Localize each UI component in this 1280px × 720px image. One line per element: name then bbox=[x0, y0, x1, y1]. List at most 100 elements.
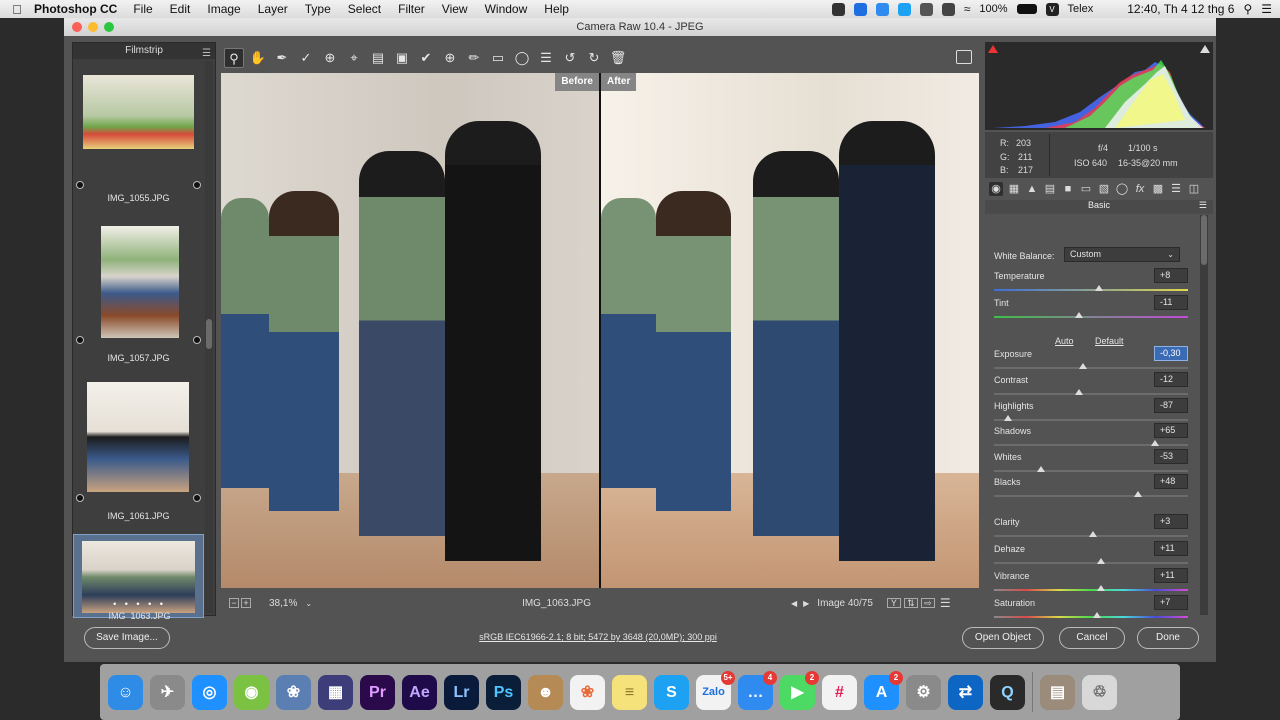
snapshots-tab-icon[interactable]: ◫ bbox=[1187, 182, 1201, 196]
slider-thumb[interactable] bbox=[1036, 466, 1045, 472]
slack-status-icon[interactable] bbox=[919, 2, 933, 16]
zoom-in-icon[interactable]: + bbox=[241, 598, 251, 608]
menu-filter[interactable]: Filter bbox=[398, 2, 425, 16]
zoom-level[interactable]: 38,1% bbox=[269, 598, 297, 609]
slider-track[interactable] bbox=[994, 616, 1188, 618]
slider-value-field[interactable]: -0,30 bbox=[1154, 346, 1188, 361]
adjustment-brush-icon[interactable]: ✏ bbox=[464, 48, 484, 68]
rating-dots[interactable]: • • • • • bbox=[74, 599, 205, 609]
skype-status-icon[interactable] bbox=[897, 2, 911, 16]
dock-photos-icon[interactable]: ❀ bbox=[570, 674, 605, 710]
auto-button[interactable]: Auto bbox=[1055, 336, 1074, 346]
zoom-dropdown-icon[interactable]: ⌄ bbox=[305, 599, 312, 608]
slider-thumb[interactable] bbox=[1151, 440, 1160, 446]
red-eye-tool-icon[interactable]: ⊕ bbox=[440, 48, 460, 68]
preferences-icon[interactable]: ☰ bbox=[536, 48, 556, 68]
slider-vibrance[interactable]: Vibrance +11 bbox=[994, 568, 1188, 597]
slider-saturation[interactable]: Saturation +7 bbox=[994, 595, 1188, 624]
zoom-window-icon[interactable] bbox=[104, 22, 114, 32]
zoom-tool-icon[interactable]: ⚲ bbox=[224, 48, 244, 68]
record-icon[interactable] bbox=[831, 2, 845, 16]
menu-select[interactable]: Select bbox=[348, 2, 381, 16]
battery-percent[interactable]: 100% bbox=[979, 3, 1007, 15]
scrollbar-thumb[interactable] bbox=[1201, 215, 1207, 265]
image-preview[interactable]: Before After bbox=[221, 73, 979, 588]
next-image-icon[interactable]: ▶ bbox=[803, 599, 809, 608]
transform-tool-icon[interactable]: ▣ bbox=[392, 48, 412, 68]
minimize-window-icon[interactable] bbox=[88, 22, 98, 32]
slider-clarity[interactable]: Clarity +3 bbox=[994, 514, 1188, 543]
before-after-view-icon[interactable]: Y bbox=[886, 598, 901, 608]
presets-tab-icon[interactable]: ☰ bbox=[1169, 182, 1183, 196]
slider-value-field[interactable]: +11 bbox=[1154, 568, 1188, 583]
slider-temperature[interactable]: Temperature +8 bbox=[994, 268, 1188, 297]
dock-slack-icon[interactable]: # bbox=[822, 674, 857, 710]
view-settings-icon[interactable]: ☰ bbox=[940, 596, 951, 610]
filmstrip-scrollbar[interactable] bbox=[205, 61, 213, 613]
slider-thumb[interactable] bbox=[1088, 531, 1097, 537]
rotate-left-icon[interactable]: ↺ bbox=[560, 48, 580, 68]
battery-icon[interactable] bbox=[1016, 4, 1037, 14]
lens-tab-icon[interactable]: ▭ bbox=[1079, 182, 1093, 196]
dock-app-store-icon[interactable]: A2 bbox=[864, 670, 903, 710]
dock-premiere-icon[interactable]: Pr bbox=[360, 674, 395, 710]
slider-track[interactable] bbox=[994, 419, 1188, 421]
panel-scrollbar[interactable] bbox=[1200, 215, 1208, 615]
slider-track[interactable] bbox=[994, 562, 1188, 564]
messenger-status-icon[interactable] bbox=[875, 2, 889, 16]
apple-menu-icon[interactable]:  bbox=[0, 2, 34, 17]
slider-thumb[interactable] bbox=[1133, 491, 1142, 497]
filmstrip-item[interactable]: IMG_1055.JPG bbox=[73, 65, 204, 220]
search-icon[interactable]: ⚲ bbox=[1243, 2, 1252, 16]
filmstrip-item[interactable]: IMG_1057.JPG bbox=[73, 218, 204, 373]
dock-trash-icon[interactable]: ♲ bbox=[1082, 674, 1117, 710]
workflow-options-link[interactable]: sRGB IEC61966-2.1; 8 bit; 5472 by 3648 (… bbox=[448, 632, 748, 642]
dock-preview-app-icon[interactable]: ❀ bbox=[276, 674, 311, 710]
input-method-icon[interactable]: V bbox=[1045, 2, 1059, 16]
slider-value-field[interactable]: +7 bbox=[1154, 595, 1188, 610]
straighten-tool-icon[interactable]: ▤ bbox=[368, 48, 388, 68]
slider-value-field[interactable]: +65 bbox=[1154, 423, 1188, 438]
menu-image[interactable]: Image bbox=[207, 2, 240, 16]
hsl-tab-icon[interactable]: ▤ bbox=[1043, 182, 1057, 196]
menu-edit[interactable]: Edit bbox=[170, 2, 191, 16]
teamviewer-status-icon[interactable] bbox=[853, 2, 867, 16]
previous-image-icon[interactable]: ◀ bbox=[791, 599, 797, 608]
dock-notes-icon[interactable]: ≡ bbox=[612, 674, 647, 710]
dock-quicktime-icon[interactable]: Q bbox=[990, 674, 1025, 710]
targeted-adjustment-tool-icon[interactable]: ⊕ bbox=[320, 48, 340, 68]
dock-downloads-stack-icon[interactable]: ▤ bbox=[1040, 674, 1075, 710]
slider-track[interactable] bbox=[994, 495, 1188, 497]
filmstrip-item[interactable]: IMG_1061.JPG bbox=[73, 376, 204, 531]
slider-blacks[interactable]: Blacks +48 bbox=[994, 474, 1188, 503]
dock-contacts-icon[interactable]: ☻ bbox=[528, 674, 563, 710]
app-menu-name[interactable]: Photoshop CC bbox=[34, 2, 117, 16]
filmstrip-item-selected[interactable]: • • • • • IMG_1063.JPG bbox=[73, 534, 205, 619]
dock-finder-icon[interactable]: ☺ bbox=[108, 674, 143, 710]
notification-center-icon[interactable]: ☰ bbox=[1261, 2, 1272, 16]
graduated-filter-icon[interactable]: ▭ bbox=[488, 48, 508, 68]
menu-window[interactable]: Window bbox=[485, 2, 528, 16]
menu-help[interactable]: Help bbox=[544, 2, 569, 16]
spot-removal-tool-icon[interactable]: ✔ bbox=[416, 48, 436, 68]
slider-value-field[interactable]: -11 bbox=[1154, 295, 1188, 310]
slider-value-field[interactable]: +48 bbox=[1154, 474, 1188, 489]
done-button[interactable]: Done bbox=[1137, 627, 1199, 649]
cancel-button[interactable]: Cancel bbox=[1059, 627, 1125, 649]
color-sampler-tool-icon[interactable]: ✓ bbox=[296, 48, 316, 68]
rotate-right-icon[interactable]: ↻ bbox=[584, 48, 604, 68]
dock-photoshop-icon[interactable]: Ps bbox=[486, 674, 521, 710]
slider-tint[interactable]: Tint -11 bbox=[994, 295, 1188, 324]
input-method-label[interactable]: Telex bbox=[1068, 3, 1094, 15]
trash-icon[interactable]: 🗑 bbox=[608, 48, 628, 68]
dock-facetime-icon[interactable]: ▶ 2 bbox=[780, 670, 819, 710]
effects-tab-icon[interactable]: ◯ bbox=[1115, 182, 1129, 196]
dock-launchpad-icon[interactable]: ✈ bbox=[150, 674, 185, 710]
default-button[interactable]: Default bbox=[1095, 336, 1124, 346]
slider-track[interactable] bbox=[994, 470, 1188, 472]
fullscreen-toggle-icon[interactable] bbox=[956, 50, 972, 64]
slider-thumb[interactable] bbox=[1094, 285, 1103, 291]
slider-value-field[interactable]: -53 bbox=[1154, 449, 1188, 464]
zoom-out-icon[interactable]: − bbox=[229, 598, 239, 608]
menu-layer[interactable]: Layer bbox=[258, 2, 288, 16]
